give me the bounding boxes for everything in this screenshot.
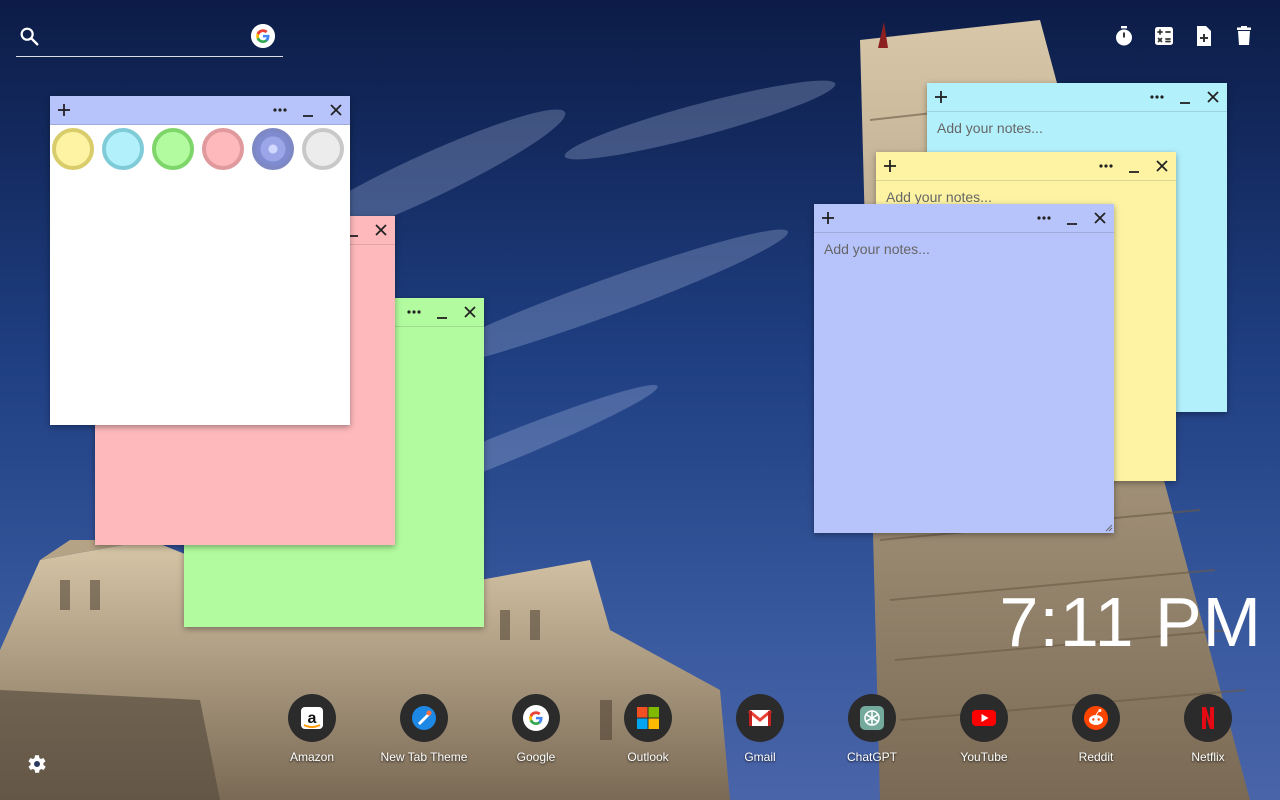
shortcut-label: YouTube (960, 750, 1008, 764)
minimize-icon[interactable] (1062, 208, 1082, 228)
sticky-note-periwinkle (814, 204, 1114, 533)
add-note-button[interactable] (931, 87, 951, 107)
add-note-button[interactable] (54, 100, 74, 120)
amazon-icon: a (288, 694, 336, 742)
note-header (50, 96, 350, 125)
shortcut-label: Reddit (1078, 750, 1114, 764)
netflix-icon (1184, 694, 1232, 742)
outlook-icon (624, 694, 672, 742)
close-icon[interactable] (1203, 87, 1223, 107)
note-header (927, 83, 1227, 112)
note-textarea[interactable] (814, 233, 1114, 533)
shortcut-reddit[interactable]: Reddit (1046, 694, 1146, 764)
reddit-icon (1072, 694, 1120, 742)
note-header (876, 152, 1176, 181)
add-note-button[interactable] (880, 156, 900, 176)
shortcut-netflix[interactable]: Netflix (1158, 694, 1258, 764)
minimize-icon[interactable] (1124, 156, 1144, 176)
sticky-note-white (50, 96, 350, 425)
more-options-icon[interactable] (1096, 156, 1116, 176)
resize-handle-icon[interactable] (1105, 524, 1113, 532)
note-header (814, 204, 1114, 233)
shortcut-chatgpt[interactable]: ChatGPT (822, 694, 922, 764)
shortcut-google[interactable]: Google (486, 694, 586, 764)
shortcut-label: Gmail (744, 750, 776, 764)
color-swatch-cyan[interactable] (102, 128, 144, 170)
close-icon[interactable] (1152, 156, 1172, 176)
gear-icon[interactable] (24, 752, 48, 776)
color-swatch-periwinkle[interactable] (252, 128, 294, 170)
shortcut-label: New Tab Theme (380, 750, 468, 764)
search-input[interactable] (52, 24, 246, 52)
chatgpt-icon (848, 694, 896, 742)
minimize-icon[interactable] (1175, 87, 1195, 107)
more-options-icon[interactable] (1034, 208, 1054, 228)
close-icon[interactable] (371, 220, 391, 240)
youtube-icon (960, 694, 1008, 742)
color-swatch-yellow[interactable] (52, 128, 94, 170)
shortcut-label: Amazon (289, 750, 335, 764)
shortcut-label: ChatGPT (846, 750, 897, 764)
google-icon[interactable] (251, 24, 275, 48)
calculator-icon[interactable] (1152, 24, 1176, 48)
close-icon[interactable] (1090, 208, 1110, 228)
add-note-icon[interactable] (1192, 24, 1216, 48)
search-bar (16, 22, 283, 57)
shortcut-label: Netflix (1191, 750, 1225, 764)
more-options-icon[interactable] (404, 302, 424, 322)
shortcut-label: Outlook (627, 750, 669, 764)
more-options-icon[interactable] (270, 100, 290, 120)
close-icon[interactable] (460, 302, 480, 322)
add-note-button[interactable] (818, 208, 838, 228)
trash-icon[interactable] (1232, 24, 1256, 48)
shortcut-gmail[interactable]: Gmail (710, 694, 810, 764)
timer-icon[interactable] (1112, 24, 1136, 48)
search-icon[interactable] (18, 25, 40, 47)
clock: 7:11 PM (999, 583, 1262, 661)
close-icon[interactable] (326, 100, 346, 120)
more-options-icon[interactable] (1147, 87, 1167, 107)
color-swatch-white[interactable] (302, 128, 344, 170)
shortcut-outlook[interactable]: Outlook (598, 694, 698, 764)
svg-text:a: a (308, 710, 317, 727)
shortcut-new-tab-theme[interactable]: New Tab Theme (374, 694, 474, 764)
new-tab-theme-icon (400, 694, 448, 742)
color-swatch-pink[interactable] (202, 128, 244, 170)
color-swatch-green[interactable] (152, 128, 194, 170)
gmail-icon (736, 694, 784, 742)
minimize-icon[interactable] (432, 302, 452, 322)
google-icon (512, 694, 560, 742)
color-picker (50, 125, 350, 175)
minimize-icon[interactable] (298, 100, 318, 120)
shortcut-youtube[interactable]: YouTube (934, 694, 1034, 764)
shortcut-amazon[interactable]: a Amazon (262, 694, 362, 764)
shortcut-label: Google (516, 750, 556, 764)
